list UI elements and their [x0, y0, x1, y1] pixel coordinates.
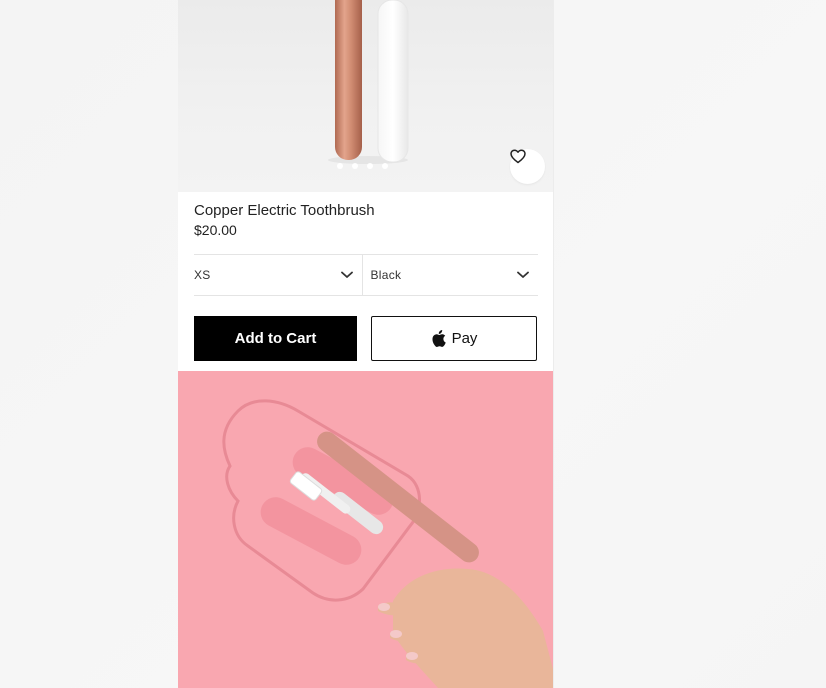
popsicle-toothbrush-illustration — [222, 399, 553, 688]
carousel-dot[interactable] — [337, 163, 343, 169]
product-title: Copper Electric Toothbrush — [194, 202, 375, 219]
apple-pay-label: Pay — [451, 330, 478, 347]
color-select[interactable]: Black — [363, 255, 539, 295]
add-to-cart-button[interactable]: Add to Cart — [194, 316, 357, 361]
apple-logo-icon — [432, 330, 446, 347]
favorite-button[interactable] — [510, 149, 545, 184]
size-select[interactable]: XS — [194, 255, 363, 295]
carousel-dot[interactable] — [352, 163, 358, 169]
viewport-divider — [553, 0, 554, 688]
carousel-dot[interactable] — [382, 163, 388, 169]
product-price: $20.00 — [194, 222, 237, 238]
heart-icon — [510, 149, 526, 164]
chevron-down-icon — [517, 271, 529, 278]
product-page: Copper Electric Toothbrush $20.00 XS Bla… — [178, 0, 553, 688]
carousel-dot[interactable] — [367, 163, 373, 169]
variant-selectors: XS Black — [194, 254, 538, 296]
color-select-value: Black — [370, 268, 402, 282]
promo-banner — [178, 371, 553, 688]
chevron-down-icon — [340, 271, 353, 278]
apple-pay-button[interactable]: Pay — [371, 316, 537, 361]
product-info: Copper Electric Toothbrush $20.00 — [194, 202, 375, 239]
carousel-indicators[interactable] — [337, 163, 388, 169]
size-select-value: XS — [194, 268, 211, 282]
product-image-carousel[interactable] — [178, 0, 553, 192]
